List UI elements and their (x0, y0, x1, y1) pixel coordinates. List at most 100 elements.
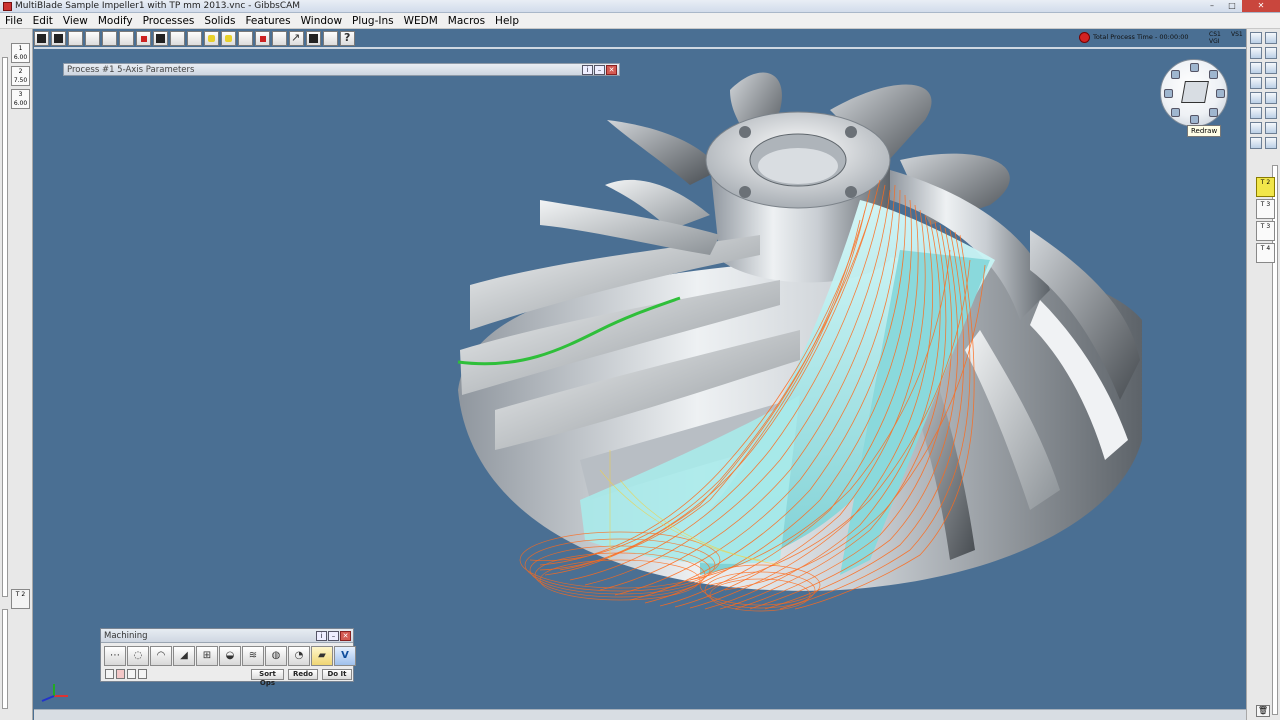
curve-icon[interactable] (1250, 107, 1262, 119)
menu-modify[interactable]: Modify (93, 13, 138, 28)
menu-processes[interactable]: Processes (138, 13, 200, 28)
terminal-icon[interactable] (153, 30, 168, 46)
surface-process-button[interactable]: ◒ (219, 646, 241, 666)
view-top-right-icon[interactable] (1209, 70, 1218, 79)
view-bottom-right-icon[interactable] (1209, 108, 1218, 117)
group-icon[interactable] (204, 30, 219, 46)
verify-button[interactable]: V (334, 646, 356, 666)
blank-sheet-icon[interactable] (102, 30, 117, 46)
redo-button[interactable]: Redo (288, 669, 318, 680)
machining-palette-header[interactable]: Machining i – ✕ (101, 629, 353, 643)
machining-close-button[interactable]: ✕ (340, 631, 351, 641)
surface-icon[interactable] (1250, 77, 1262, 89)
op-delete-icon[interactable] (116, 669, 125, 679)
thread-process-button[interactable]: ◢ (173, 646, 195, 666)
view-bottom-left-icon[interactable] (1171, 108, 1180, 117)
process-panel-close-button[interactable]: ✕ (606, 65, 617, 75)
multiblade-process-button[interactable]: ◔ (288, 646, 310, 666)
menu-bar: File Edit View Modify Processes Solids F… (0, 13, 1280, 29)
machining-minimize-button[interactable]: – (328, 631, 339, 641)
tools-icon[interactable] (272, 30, 287, 46)
pocket-process-button[interactable]: ◠ (150, 646, 172, 666)
help-icon[interactable] (340, 30, 355, 46)
machining-info-button[interactable]: i (316, 631, 327, 641)
drill-process-button[interactable]: ⋯ (104, 646, 126, 666)
point-icon[interactable] (119, 30, 134, 46)
menu-file[interactable]: File (0, 13, 28, 28)
menu-features[interactable]: Features (240, 13, 295, 28)
select-icon[interactable] (170, 30, 185, 46)
process-tile-2[interactable]: T 3 (1256, 199, 1275, 219)
tool-slot-bottom[interactable]: T 2 (11, 589, 30, 609)
process-parameters-panel[interactable]: Process #1 5-Axis Parameters i – ✕ (63, 63, 620, 76)
maximize-button[interactable]: □ (1222, 0, 1242, 12)
viewport-3d[interactable] (34, 49, 1246, 709)
list-icon[interactable] (1250, 137, 1262, 149)
do-it-button[interactable]: Do It (322, 669, 352, 680)
stop-icon[interactable] (1079, 31, 1090, 43)
finish-process-button[interactable]: ◍ (265, 646, 287, 666)
menu-plug-ins[interactable]: Plug-Ins (347, 13, 399, 28)
link-icon[interactable] (187, 30, 202, 46)
new-doc-icon[interactable] (1250, 32, 1262, 44)
view-top-icon[interactable] (1190, 63, 1199, 72)
menu-edit[interactable]: Edit (28, 13, 58, 28)
view-right-icon[interactable] (1216, 89, 1225, 98)
process-panel-minimize-button[interactable]: – (594, 65, 605, 75)
color-icon[interactable] (136, 30, 151, 46)
copy-doc-icon[interactable] (1265, 32, 1277, 44)
pan-icon[interactable] (289, 30, 304, 46)
grid-icon[interactable] (1250, 122, 1262, 134)
trash-icon[interactable]: 🗑 (1256, 705, 1270, 717)
box-view-icon[interactable] (85, 30, 100, 46)
title-bar: MultiBlade Sample Impeller1 with TP mm 2… (0, 0, 1280, 13)
five-axis-process-button[interactable]: ▰ (311, 646, 333, 666)
stack-layers-icon[interactable] (1265, 137, 1277, 149)
arrow-icon[interactable] (1265, 62, 1277, 74)
crop-icon[interactable] (1250, 47, 1262, 59)
op-next-icon[interactable] (138, 669, 147, 679)
menu-help[interactable]: Help (490, 13, 524, 28)
view-left-icon[interactable] (1164, 89, 1173, 98)
menu-macros[interactable]: Macros (443, 13, 490, 28)
op-list-icon[interactable] (105, 669, 114, 679)
shaded-view-icon[interactable] (34, 30, 49, 46)
menu-wedm[interactable]: WEDM (399, 13, 443, 28)
angle-icon[interactable] (1265, 47, 1277, 59)
process-tile-4[interactable]: T 4 (1256, 243, 1275, 263)
plane-icon[interactable] (1265, 77, 1277, 89)
contour-process-button[interactable]: ◌ (127, 646, 149, 666)
minimize-button[interactable]: – (1202, 0, 1222, 12)
sort-ops-button[interactable]: Sort Ops (251, 669, 284, 687)
process-tile-3[interactable]: T 3 (1256, 221, 1275, 241)
rough-process-button[interactable]: ≋ (242, 646, 264, 666)
view-bottom-icon[interactable] (1190, 115, 1199, 124)
view-orientation-gizmo[interactable] (1160, 59, 1228, 127)
layer-icon[interactable] (221, 30, 236, 46)
tool-slot-1[interactable]: 1 6.00 (11, 43, 30, 63)
stack-icon[interactable] (238, 30, 253, 46)
op-prev-icon[interactable] (127, 669, 136, 679)
face-process-button[interactable]: ⊞ (196, 646, 218, 666)
delete-icon[interactable] (1265, 122, 1277, 134)
menu-view[interactable]: View (58, 13, 93, 28)
monitor-icon[interactable] (1265, 107, 1277, 119)
box-icon[interactable] (1265, 92, 1277, 104)
measure-icon[interactable] (255, 30, 270, 46)
process-tile-3-label: T 3 (1260, 223, 1271, 230)
hand-icon[interactable] (1250, 62, 1262, 74)
menu-solids[interactable]: Solids (199, 13, 240, 28)
process-tile-1[interactable]: T 2 (1256, 177, 1275, 197)
view-top-left-icon[interactable] (1171, 70, 1180, 79)
wireframe-view-icon[interactable] (51, 30, 66, 46)
move-icon[interactable] (306, 30, 321, 46)
menu-window[interactable]: Window (296, 13, 347, 28)
copy-icon[interactable] (323, 30, 338, 46)
close-button[interactable]: ✕ (1242, 0, 1280, 12)
solid-view-icon[interactable] (68, 30, 83, 46)
view-cube-icon[interactable] (1181, 81, 1209, 103)
tool-slot-3[interactable]: 3 6.00 (11, 89, 30, 109)
process-panel-info-button[interactable]: i (582, 65, 593, 75)
shade-icon[interactable] (1250, 92, 1262, 104)
tool-slot-2[interactable]: 2 7.50 (11, 66, 30, 86)
